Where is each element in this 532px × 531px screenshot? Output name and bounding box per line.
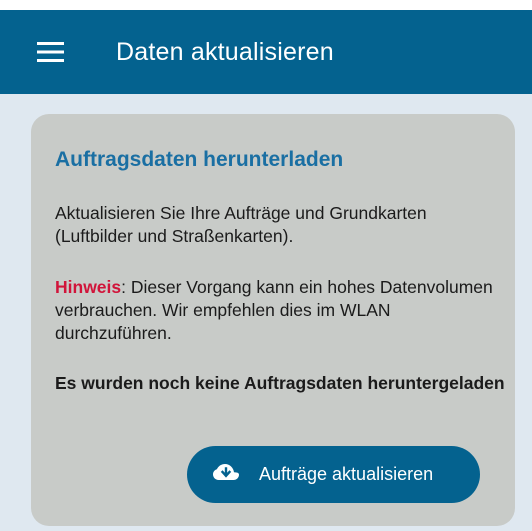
download-card: Auftragsdaten herunterladen Aktualisiere… [31, 114, 515, 526]
cloud-download-icon [213, 464, 239, 484]
app-bar: Daten aktualisieren [0, 10, 532, 94]
card-title: Auftragsdaten herunterladen [55, 148, 344, 171]
update-orders-button-label: Aufträge aktualisieren [259, 464, 434, 484]
hint-paragraph: Hinweis: Dieser Vorgang kann ein hohes D… [55, 276, 505, 345]
main-content: Auftragsdaten herunterladen Aktualisiere… [0, 94, 532, 531]
update-orders-button[interactable]: Aufträge aktualisieren [187, 446, 480, 503]
hamburger-menu-icon[interactable] [37, 42, 64, 62]
page-title: Daten aktualisieren [116, 38, 334, 66]
card-description: Aktualisieren Sie Ihre Aufträge und Grun… [55, 203, 427, 246]
hint-label: Hinweis [55, 277, 122, 297]
hint-text: : Dieser Vorgang kann ein hohes Datenvol… [55, 277, 493, 343]
status-text: Es wurden noch keine Auftragsdaten herun… [55, 373, 505, 393]
